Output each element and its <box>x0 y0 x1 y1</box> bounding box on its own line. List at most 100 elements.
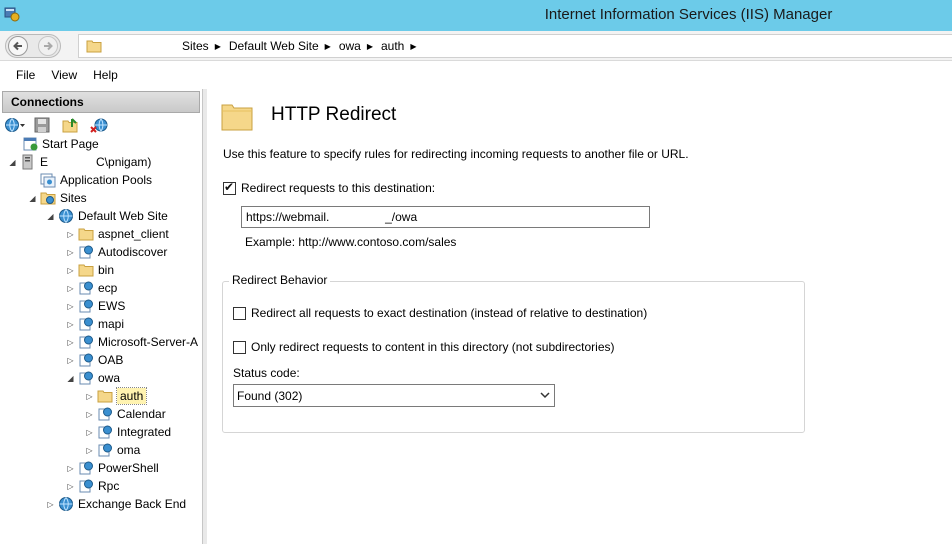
tree-item-start-page[interactable]: Start Page <box>10 135 99 153</box>
connect-globe-icon[interactable] <box>4 117 26 133</box>
forward-button[interactable] <box>38 36 58 56</box>
tree-item-powershell[interactable]: ▷ PowerShell <box>66 459 159 477</box>
web-application-icon <box>79 479 93 493</box>
tree-item-bin[interactable]: ▷ bin <box>66 261 114 279</box>
folder-icon <box>86 40 102 53</box>
crumb-arrow-icon[interactable]: ▶ <box>410 42 416 51</box>
tree-item-rpc[interactable]: ▷ Rpc <box>66 477 119 495</box>
crumb-default-web-site[interactable]: Default Web Site <box>229 39 319 53</box>
status-code-label: Status code: <box>233 366 300 380</box>
tree-label: EWS <box>98 299 126 313</box>
tree-item-mapi[interactable]: ▷ mapi <box>66 315 124 333</box>
start-page-icon <box>23 137 38 151</box>
connections-pane: Connections Start Page ◢ E C\pnigam) App… <box>0 89 203 544</box>
back-button[interactable] <box>8 36 28 56</box>
tree-item-oma[interactable]: ▷ oma <box>85 441 140 459</box>
menu-file[interactable]: File <box>10 68 41 82</box>
expand-icon[interactable]: ▷ <box>66 302 75 311</box>
exact-destination-checkbox[interactable] <box>233 306 246 320</box>
expand-icon[interactable]: ▷ <box>66 338 75 347</box>
tree-label: PowerShell <box>98 461 159 475</box>
web-application-icon <box>79 317 93 331</box>
save-icon[interactable] <box>34 117 50 133</box>
web-application-icon <box>98 443 112 457</box>
website-globe-icon <box>59 209 73 223</box>
tree-item-auth[interactable]: ▷ auth <box>85 387 148 405</box>
destination-url-input[interactable] <box>241 206 650 228</box>
server-icon <box>22 154 33 170</box>
tree-item-application-pools[interactable]: Application Pools <box>28 171 152 189</box>
expand-icon[interactable]: ▷ <box>66 482 75 491</box>
exact-destination-label: Redirect all requests to exact destinati… <box>251 306 648 320</box>
expand-icon[interactable]: ▷ <box>66 248 75 257</box>
only-directory-checkbox[interactable] <box>233 340 246 354</box>
exact-destination-option[interactable]: Redirect all requests to exact destinati… <box>233 306 647 320</box>
tree-item-exchange-back-end[interactable]: ▷ Exchange Back End <box>46 495 186 513</box>
tree-item-oab[interactable]: ▷ OAB <box>66 351 123 369</box>
expand-icon[interactable]: ▷ <box>66 230 75 239</box>
redirect-destination-checkbox[interactable] <box>223 180 236 195</box>
tree-item-aspnet-client[interactable]: ▷ aspnet_client <box>66 225 168 243</box>
destination-example: Example: http://www.contoso.com/sales <box>245 235 457 249</box>
tree-label: OAB <box>98 353 124 367</box>
tree-item-ews[interactable]: ▷ EWS <box>66 297 125 315</box>
tree-item-integrated[interactable]: ▷ Integrated <box>85 423 171 441</box>
tree-item-microsoft-server-activesync[interactable]: ▷ Microsoft-Server-A <box>66 333 198 351</box>
page-title: HTTP Redirect <box>271 104 397 125</box>
folder-icon <box>78 228 94 241</box>
tree-label: Default Web Site <box>78 209 168 223</box>
tree-label: mapi <box>98 317 125 331</box>
address-field[interactable]: Sites ▶ Default Web Site ▶ owa ▶ auth ▶ <box>78 34 952 58</box>
tree-item-ecp[interactable]: ▷ ecp <box>66 279 117 297</box>
expand-icon[interactable]: ▷ <box>66 464 75 473</box>
expand-icon[interactable]: ▷ <box>66 320 75 329</box>
collapse-icon[interactable]: ◢ <box>66 374 75 383</box>
collapse-icon[interactable]: ◢ <box>28 194 37 203</box>
tree-label: Sites <box>60 191 87 205</box>
expand-icon[interactable]: ▷ <box>66 266 75 275</box>
collapse-icon[interactable]: ◢ <box>8 158 17 167</box>
expand-icon[interactable]: ▷ <box>66 356 75 365</box>
tree-item-calendar[interactable]: ▷ Calendar <box>85 405 165 423</box>
collapse-icon[interactable]: ◢ <box>46 212 55 221</box>
feature-pane: HTTP Redirect Use this feature to specif… <box>207 89 952 544</box>
tree-label: Rpc <box>98 479 120 493</box>
crumb-arrow-icon[interactable]: ▶ <box>325 42 331 51</box>
crumb-arrow-icon[interactable]: ▶ <box>215 42 221 51</box>
expand-icon[interactable]: ▷ <box>46 500 55 509</box>
disconnect-icon[interactable] <box>90 117 110 133</box>
only-directory-option[interactable]: Only redirect requests to content in thi… <box>233 340 615 354</box>
crumb-sites[interactable]: Sites <box>182 39 209 53</box>
redirect-destination-label: Redirect requests to this destination: <box>241 181 436 195</box>
tree-label: Start Page <box>42 137 99 151</box>
crumb-auth[interactable]: auth <box>381 39 404 53</box>
expand-icon[interactable]: ▷ <box>85 410 94 419</box>
tree-label: owa <box>98 371 121 385</box>
web-application-icon <box>79 299 93 313</box>
expand-icon[interactable]: ▷ <box>85 392 94 401</box>
tree-item-server[interactable]: ◢ E C\pnigam) <box>8 153 151 171</box>
web-application-icon <box>79 461 93 475</box>
web-application-icon <box>79 281 93 295</box>
redirect-destination-option[interactable]: Redirect requests to this destination: <box>223 180 436 195</box>
tree-label-selected: auth <box>115 387 148 405</box>
crumb-arrow-icon[interactable]: ▶ <box>367 42 373 51</box>
menu-help[interactable]: Help <box>87 68 124 82</box>
website-globe-icon <box>59 497 73 511</box>
tree-item-default-web-site[interactable]: ◢ Default Web Site <box>46 207 168 225</box>
status-code-select[interactable]: Found (302) <box>233 384 555 407</box>
tree-item-autodiscover[interactable]: ▷ Autodiscover <box>66 243 167 261</box>
expand-icon[interactable]: ▷ <box>85 446 94 455</box>
iis-app-icon <box>4 7 20 22</box>
expand-icon[interactable]: ▷ <box>85 428 94 437</box>
expand-icon[interactable]: ▷ <box>66 284 75 293</box>
redacted-server-name <box>106 35 176 57</box>
menu-view[interactable]: View <box>45 68 83 82</box>
back-arrow-icon <box>13 41 22 51</box>
crumb-owa[interactable]: owa <box>339 39 361 53</box>
up-folder-icon[interactable] <box>62 117 80 133</box>
only-directory-label: Only redirect requests to content in thi… <box>251 340 615 354</box>
tree-item-sites[interactable]: ◢ Sites <box>28 189 87 207</box>
web-application-icon <box>79 245 93 259</box>
tree-item-owa[interactable]: ◢ owa <box>66 369 120 387</box>
